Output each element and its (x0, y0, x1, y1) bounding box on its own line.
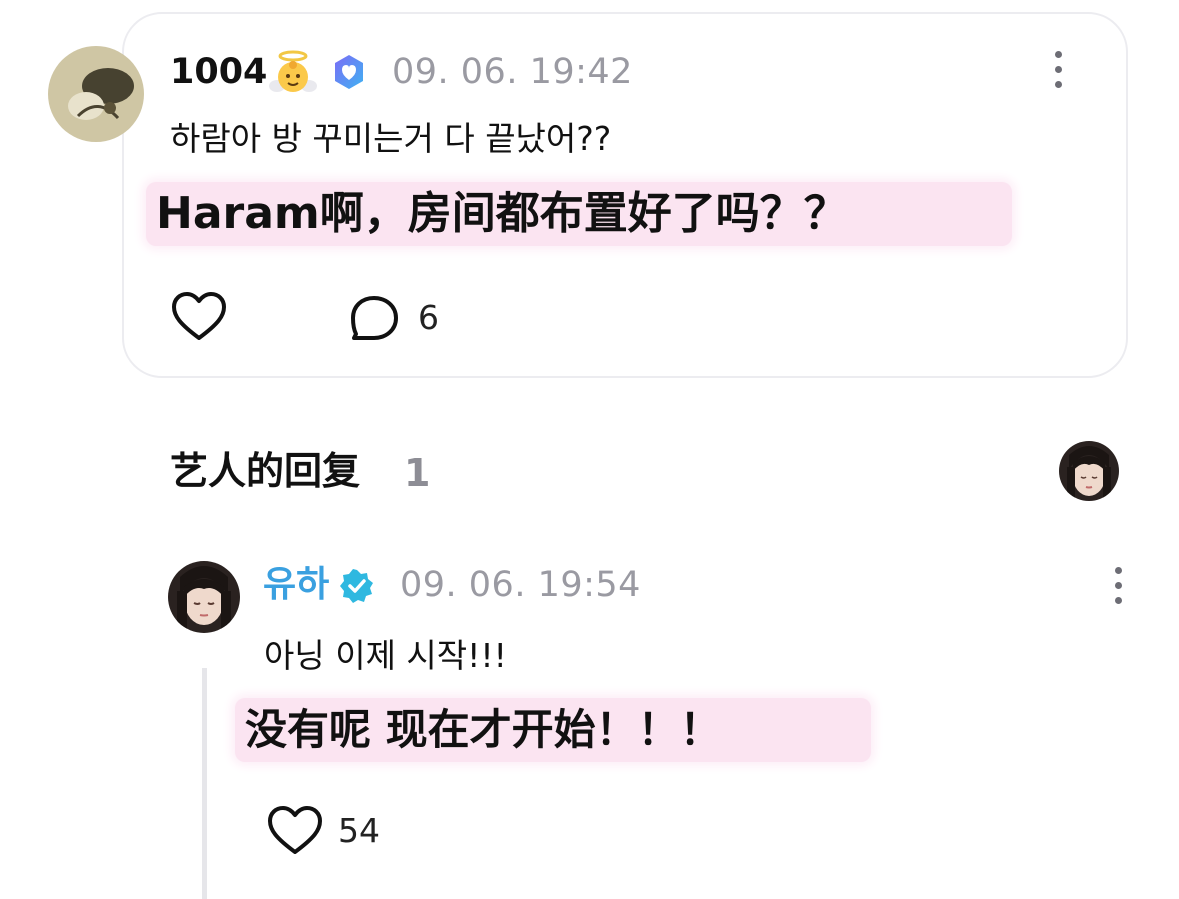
reply-text: 아닝 이제 시작!!! (264, 636, 507, 675)
heart-icon (172, 292, 226, 340)
reply-timestamp: 09. 06. 19:54 (400, 565, 641, 605)
reply-author-name[interactable]: 유하 (263, 567, 329, 603)
commenter-avatar[interactable] (48, 46, 144, 142)
artist-avatar-small[interactable] (1059, 441, 1119, 501)
thread-line (202, 668, 207, 899)
reply-author-avatar[interactable] (168, 561, 240, 633)
reply-translation-text: 没有呢 现在才开始！！！ (245, 705, 722, 754)
reply-like-count: 54 (338, 811, 380, 850)
comment-translation-text: Haram啊，房间都布置好了吗？？ (156, 188, 848, 239)
speech-bubble-icon (351, 296, 398, 340)
comment-reply-button[interactable] (350, 294, 400, 342)
comment-more-icon[interactable] (1052, 51, 1064, 91)
comment-text: 하람아 방 꾸미는거 다 끝났어?? (170, 119, 612, 158)
reply-more-icon[interactable] (1112, 567, 1124, 607)
verified-artist-icon (340, 569, 374, 603)
reply-like-button[interactable] (266, 804, 324, 858)
artist-replies-title: 艺人的回复 (170, 449, 361, 493)
reply-count: 6 (418, 298, 439, 337)
comment-translation: Haram啊，房间都布置好了吗？？ (146, 182, 1012, 246)
artist-replies-count: 1 (404, 451, 431, 495)
verified-fan-icon (330, 53, 368, 91)
comment-like-button[interactable] (170, 290, 228, 344)
reply-translation: 没有呢 现在才开始！！！ (235, 698, 871, 762)
baby-angel-icon (268, 50, 318, 98)
heart-icon (268, 806, 322, 854)
comment-timestamp: 09. 06. 19:42 (392, 52, 633, 92)
commenter-name[interactable]: 1004 (170, 55, 267, 90)
